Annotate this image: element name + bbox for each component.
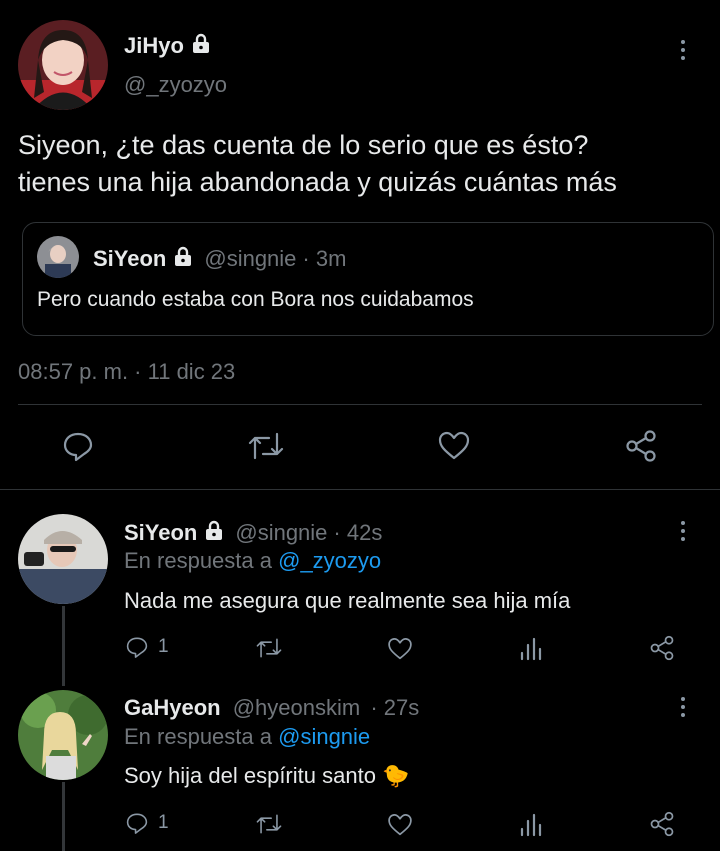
lock-icon bbox=[190, 32, 212, 60]
lock-icon bbox=[172, 245, 194, 273]
siyeon-avatar[interactable] bbox=[18, 514, 108, 604]
like-icon[interactable] bbox=[436, 428, 472, 469]
reply2-reply-prefix: En respuesta a bbox=[124, 724, 272, 749]
quoted-author-handle: @singnie bbox=[204, 246, 297, 271]
reply2-time: · 27s bbox=[370, 695, 420, 720]
quoted-tweet-time: · 3m bbox=[302, 246, 347, 271]
chick-emoji: 🐤 bbox=[382, 764, 410, 789]
retweet-icon[interactable] bbox=[254, 635, 284, 666]
views-icon[interactable] bbox=[518, 635, 546, 668]
retweet-icon[interactable] bbox=[246, 428, 286, 469]
main-tweet-text-line1: Siyeon, ¿te das cuenta de lo serio que e… bbox=[18, 130, 589, 160]
reply1-reply-prefix: En respuesta a bbox=[124, 548, 272, 573]
retweet-icon[interactable] bbox=[254, 811, 284, 842]
quoted-siyeon-avatar bbox=[37, 236, 79, 278]
reply2-reply-to-link[interactable]: @singnie bbox=[278, 724, 370, 749]
thread-line bbox=[62, 606, 65, 686]
reply-icon bbox=[126, 813, 148, 834]
reply1-author-name[interactable]: SiYeon bbox=[124, 520, 197, 546]
lock-icon bbox=[203, 519, 225, 547]
reply1-time: · 42s bbox=[333, 520, 383, 545]
quoted-tweet-text: Pero cuando estaba con Bora nos cuidabam… bbox=[37, 288, 474, 311]
more-options-icon[interactable] bbox=[671, 35, 695, 65]
views-icon[interactable] bbox=[518, 811, 546, 844]
reply2-reply-button[interactable]: 1 bbox=[124, 810, 169, 836]
quoted-author-name: SiYeon bbox=[93, 246, 167, 271]
reply1-reply-count: 1 bbox=[158, 636, 169, 657]
gahyeon-avatar[interactable] bbox=[18, 690, 108, 780]
reply1-text: Nada me asegura que realmente sea hija m… bbox=[124, 588, 571, 613]
share-icon[interactable] bbox=[648, 810, 676, 843]
more-options-icon[interactable] bbox=[671, 516, 695, 546]
thread-line bbox=[62, 782, 65, 851]
reply2-author-handle[interactable]: @hyeonskim bbox=[233, 695, 361, 720]
more-options-icon[interactable] bbox=[671, 692, 695, 722]
main-tweet-text-line2: tienes una hija abandonada y quizás cuán… bbox=[18, 167, 617, 197]
share-icon[interactable] bbox=[648, 634, 676, 667]
divider bbox=[0, 489, 720, 490]
reply2-reply-count: 1 bbox=[158, 812, 169, 833]
jihyo-avatar[interactable] bbox=[18, 20, 108, 110]
reply-icon bbox=[126, 637, 148, 658]
divider bbox=[18, 404, 702, 405]
tweet-timestamp[interactable]: 08:57 p. m. · 11 dic 23 bbox=[18, 359, 235, 385]
share-icon[interactable] bbox=[623, 428, 659, 469]
reply1-reply-to-link[interactable]: @_zyozyo bbox=[278, 548, 381, 573]
reply2-text: Soy hija del espíritu santo bbox=[124, 763, 376, 788]
main-author-handle[interactable]: @_zyozyo bbox=[124, 72, 227, 98]
reply-icon[interactable] bbox=[60, 428, 96, 469]
main-author-name[interactable]: JiHyo bbox=[124, 33, 184, 59]
reply1-reply-button[interactable]: 1 bbox=[124, 634, 169, 660]
quoted-tweet-card[interactable]: SiYeon @singnie · 3m Pero cuando estaba … bbox=[22, 222, 714, 336]
reply2-author-name[interactable]: GaHyeon bbox=[124, 695, 221, 720]
like-icon[interactable] bbox=[386, 811, 414, 844]
like-icon[interactable] bbox=[386, 635, 414, 668]
reply1-author-handle[interactable]: @singnie bbox=[235, 520, 327, 546]
